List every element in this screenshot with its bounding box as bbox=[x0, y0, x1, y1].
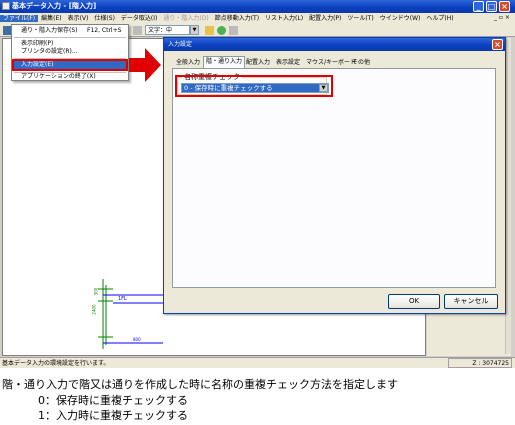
input-settings-dialog: 入力設定 × 全般入力 階・通り入力 配置入力 表示設定 マウス/キーボード そ… bbox=[163, 37, 506, 314]
menu-divider bbox=[14, 37, 126, 38]
view-icon[interactable] bbox=[217, 26, 226, 35]
menu-node-move[interactable]: 節点移動入力(T) bbox=[212, 15, 262, 22]
window-title-bar: 基本データ入力 - [階入力] bbox=[0, 0, 515, 13]
dimension-label: 800 bbox=[133, 337, 141, 342]
menu-edit[interactable]: 編集(E) bbox=[38, 15, 64, 22]
menu-item-save[interactable]: 通り・階入力保存(S) F12, Ctrl+S bbox=[12, 27, 128, 35]
menu-item-printer-setup[interactable]: プリンタの設定(R)... bbox=[12, 48, 128, 56]
menu-item-label: 通り・階入力保存(S) bbox=[21, 27, 78, 34]
status-message: 基本データ入力の環境設定を行います。 bbox=[2, 360, 110, 367]
menu-list[interactable]: リスト入力(L) bbox=[262, 15, 306, 22]
menu-spec[interactable]: 仕様(S) bbox=[91, 15, 118, 22]
menu-bar: ファイル(F) 編集(E) 表示(V) 仕様(S) データ取込(I) 通り・階入力(D) 節… bbox=[0, 13, 515, 24]
ok-button[interactable]: OK bbox=[388, 294, 440, 309]
maximize-icon[interactable]: □ bbox=[486, 1, 497, 12]
tab-other[interactable]: その他 bbox=[350, 58, 372, 68]
app-icon bbox=[2, 2, 10, 10]
chevron-down-icon[interactable]: ▼ bbox=[190, 25, 199, 35]
dimension-label: 2400 bbox=[91, 304, 97, 315]
menu-grid-floor[interactable]: 通り・階入力(D) bbox=[160, 15, 211, 22]
tab-general[interactable]: 全般入力 bbox=[174, 58, 202, 68]
menu-view[interactable]: 表示(V) bbox=[65, 15, 92, 22]
menu-window[interactable]: ウインドウ(W) bbox=[377, 15, 424, 22]
caption-description: 階・通り入力で階又は通りを作成した時に名称の重複チェック方法を指定します bbox=[2, 378, 398, 391]
file-menu-dropdown: 通り・階入力保存(S) F12, Ctrl+S 表示印刷(P) プリンタの設定(… bbox=[11, 24, 129, 81]
window-title: 基本データ入力 - [階入力] bbox=[12, 2, 97, 10]
dimension-label: 300 bbox=[93, 287, 99, 296]
minimize-icon[interactable]: _ bbox=[473, 1, 484, 12]
callout-arrow-icon bbox=[129, 48, 161, 82]
menu-item-label: アプリケーションの終了(X) bbox=[21, 73, 96, 80]
caption-option-1: 1：入力時に重複チェックする bbox=[38, 409, 188, 422]
highlight-box bbox=[12, 59, 128, 71]
grid-icon[interactable] bbox=[205, 26, 214, 35]
coordinate-readout: Z : 3074725 bbox=[448, 358, 512, 368]
close-icon[interactable]: × bbox=[499, 1, 510, 12]
print-icon[interactable] bbox=[133, 26, 142, 35]
menu-file[interactable]: ファイル(F) bbox=[0, 15, 39, 22]
dialog-title-bar: 入力設定 bbox=[164, 38, 505, 51]
menu-help[interactable]: ヘルプ(H) bbox=[423, 15, 456, 22]
menu-item-shortcut: F12, Ctrl+S bbox=[87, 27, 122, 34]
tab-display[interactable]: 表示設定 bbox=[274, 58, 302, 68]
cancel-button[interactable]: キャンセル bbox=[444, 294, 498, 309]
close-icon[interactable]: × bbox=[492, 39, 503, 50]
caption-option-0: 0：保存時に重複チェックする bbox=[38, 394, 188, 407]
menu-import[interactable]: データ取込(I) bbox=[118, 15, 160, 22]
menu-item-label: プリンタの設定(R)... bbox=[21, 48, 78, 55]
menu-item-label: 表示印刷(P) bbox=[21, 40, 54, 47]
status-bar: 基本データ入力の環境設定を行います。 Z : 3074725 bbox=[0, 357, 515, 368]
menu-tools[interactable]: ツール(T) bbox=[344, 15, 376, 22]
floor-label: 1FL bbox=[118, 296, 127, 302]
tab-placement[interactable]: 配置入力 bbox=[244, 58, 272, 68]
tab-grid-floor[interactable]: 階・通り入力 bbox=[203, 56, 246, 68]
menu-placement[interactable]: 配置入力(P) bbox=[306, 15, 344, 22]
highlight-box bbox=[175, 75, 333, 97]
font-size-select[interactable]: 文字：中 bbox=[145, 25, 190, 35]
dialog-title: 入力設定 bbox=[168, 41, 193, 48]
menu-item-print[interactable]: 表示印刷(P) bbox=[12, 40, 128, 48]
tab-panel: 名称重複チェック 0 - 保存時に重複チェックする ▼ bbox=[172, 68, 496, 288]
font-size-value: 文字：中 bbox=[148, 27, 173, 34]
menu-item-exit[interactable]: アプリケーションの終了(X) bbox=[12, 73, 128, 81]
tool-icon[interactable] bbox=[229, 26, 238, 35]
mdi-controls[interactable]: _ ▫ × bbox=[494, 14, 510, 21]
